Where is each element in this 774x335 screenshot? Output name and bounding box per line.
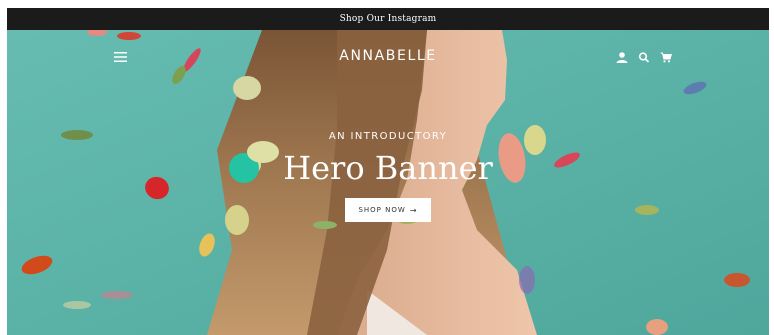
announcement-link[interactable]: Shop Our Instagram — [340, 14, 437, 24]
announcement-bar[interactable]: Shop Our Instagram — [7, 8, 769, 30]
store-logo[interactable]: ANNABELLE — [7, 48, 769, 64]
account-icon[interactable] — [616, 52, 628, 63]
shop-now-button[interactable]: SHOP NOW → — [345, 198, 431, 222]
site-header: ANNABELLE — [7, 44, 769, 70]
hero-title: Hero Banner — [283, 149, 493, 187]
arrow-right-icon: → — [409, 205, 418, 215]
shop-now-label: SHOP NOW — [358, 206, 406, 214]
storefront-page: Shop Our Instagram ANNABELLE AN INTRODUC… — [0, 0, 774, 335]
search-icon[interactable] — [638, 52, 650, 63]
hero-banner: ANNABELLE AN INTRODUCTORY Hero Banner SH… — [7, 30, 769, 335]
hero-text-block: AN INTRODUCTORY Hero Banner SHOP NOW → — [7, 130, 769, 222]
cart-icon[interactable] — [660, 52, 672, 63]
hero-subtitle: AN INTRODUCTORY — [328, 131, 448, 142]
